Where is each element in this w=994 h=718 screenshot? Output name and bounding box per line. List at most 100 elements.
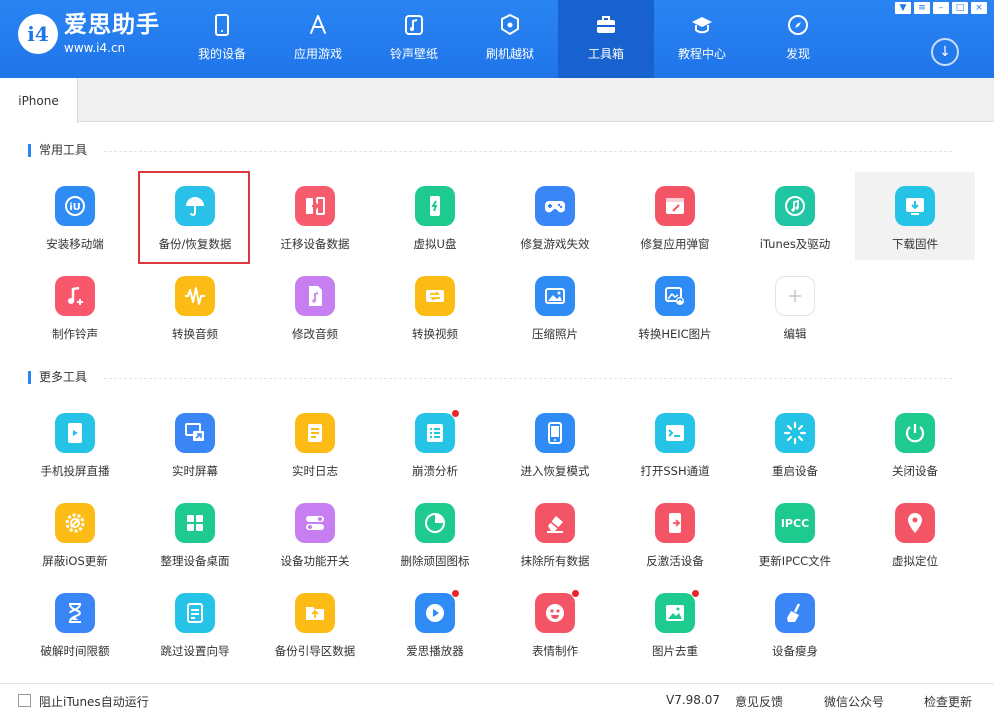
nav-item-4[interactable]: 工具箱 xyxy=(558,0,654,78)
tool-transfer[interactable]: 迁移设备数据 xyxy=(255,172,375,260)
tool-icon-tile xyxy=(295,276,335,316)
app-url: www.i4.cn xyxy=(64,41,126,55)
restart-icon xyxy=(783,421,807,445)
new-badge-dot xyxy=(451,589,460,598)
tool-label: 备份引导区数据 xyxy=(274,644,356,658)
tool-itunes[interactable]: iTunes及驱动 xyxy=(735,172,855,260)
tool-icon-tile xyxy=(535,413,575,453)
wechat-link[interactable]: 微信公众号 xyxy=(824,693,884,710)
transfer-icon xyxy=(306,197,325,215)
section-divider xyxy=(104,151,952,152)
maximize-icon[interactable]: □ xyxy=(952,2,968,14)
download-manager-button[interactable]: ↓ xyxy=(931,38,959,66)
tool-icon-tile xyxy=(535,186,575,226)
ringtone-icon xyxy=(68,286,83,305)
realtime-screen-icon xyxy=(185,423,204,441)
tool-broom[interactable]: 设备瘦身 xyxy=(735,579,855,667)
tool-toggle[interactable]: 设备功能开关 xyxy=(255,489,375,577)
tool-heic-convert[interactable]: 转换HEIC图片 xyxy=(615,262,735,350)
tool-icon-tile xyxy=(895,186,935,226)
tool-label: 修改音频 xyxy=(292,327,338,341)
nav-item-1[interactable]: 应用游戏 xyxy=(270,0,366,78)
nav-item-0[interactable]: 我的设备 xyxy=(174,0,270,78)
nav-item-5[interactable]: 教程中心 xyxy=(654,0,750,78)
gear-icon xyxy=(65,513,85,533)
tool-icon-tile xyxy=(535,593,575,633)
tool-emoji[interactable]: 表情制作 xyxy=(495,579,615,667)
tool-label: 关闭设备 xyxy=(892,464,938,478)
folder-backup-icon xyxy=(306,607,324,620)
tool-label: 屏蔽iOS更新 xyxy=(42,554,108,568)
tool-photo[interactable]: 压缩照片 xyxy=(495,262,615,350)
tool-skip-setup[interactable]: 跳过设置向导 xyxy=(135,579,255,667)
toggle-icon xyxy=(306,516,324,530)
tool-icon-tile xyxy=(295,413,335,453)
tool-icon-tile xyxy=(415,276,455,316)
menu-icon[interactable]: ≡ xyxy=(914,2,930,14)
tool-icon-tile xyxy=(295,503,335,543)
tool-image-dedup[interactable]: 图片去重 xyxy=(615,579,735,667)
tool-ringtone[interactable]: 制作铃声 xyxy=(15,262,135,350)
tool-waveform[interactable]: 转换音频 xyxy=(135,262,255,350)
tool-icon-tile xyxy=(415,593,455,633)
itunes-autorun-label[interactable]: 阻止iTunes自动运行 xyxy=(39,693,149,710)
tab-iphone[interactable]: iPhone xyxy=(0,78,78,123)
tool-folder-backup[interactable]: 备份引导区数据 xyxy=(255,579,375,667)
new-badge-dot xyxy=(691,589,700,598)
tool-usb-drive[interactable]: 虚拟U盘 xyxy=(375,172,495,260)
tool-screen-cast[interactable]: 手机投屏直播 xyxy=(15,399,135,487)
tool-download-firmware[interactable]: 下载固件 xyxy=(855,172,975,260)
tool-gamepad[interactable]: 修复游戏失效 xyxy=(495,172,615,260)
tool-ipcc[interactable]: IPCC 更新IPCC文件 xyxy=(735,489,855,577)
pie-icon xyxy=(425,513,445,533)
tool-terminal[interactable]: 打开SSH通道 xyxy=(615,399,735,487)
tool-hourglass[interactable]: 破解时间限额 xyxy=(15,579,135,667)
close-icon[interactable]: × xyxy=(971,2,987,14)
tool-video-convert[interactable]: 转换视频 xyxy=(375,262,495,350)
tool-label: 迁移设备数据 xyxy=(280,237,350,251)
tool-grid[interactable]: 整理设备桌面 xyxy=(135,489,255,577)
tool-location-pin[interactable]: 虚拟定位 xyxy=(855,489,975,577)
check-update-link[interactable]: 检查更新 xyxy=(924,693,972,710)
tool-icon-tile xyxy=(295,593,335,633)
tool-label: 图片去重 xyxy=(652,644,698,658)
nav-item-6[interactable]: 发现 xyxy=(750,0,846,78)
itunes-autorun-checkbox[interactable] xyxy=(18,694,31,707)
tool-i4-app[interactable]: iU 安装移动端 xyxy=(15,172,135,260)
tool-icon-tile xyxy=(175,593,215,633)
tool-gear[interactable]: 屏蔽iOS更新 xyxy=(15,489,135,577)
tool-icon-tile xyxy=(535,503,575,543)
tool-plus[interactable]: 编辑 xyxy=(735,262,855,350)
tool-icon-tile xyxy=(295,186,335,226)
nav-label: 刷机越狱 xyxy=(485,47,534,61)
tool-icon-tile xyxy=(655,186,695,226)
tool-restart[interactable]: 重启设备 xyxy=(735,399,855,487)
tool-realtime-screen[interactable]: 实时屏幕 xyxy=(135,399,255,487)
tool-icon-tile xyxy=(655,276,695,316)
nav-item-2[interactable]: 铃声壁纸 xyxy=(366,0,462,78)
nav-item-3[interactable]: 刷机越狱 xyxy=(462,0,558,78)
tool-audio-file[interactable]: 修改音频 xyxy=(255,262,375,350)
tool-label: 转换音频 xyxy=(172,327,218,341)
tool-power[interactable]: 关闭设备 xyxy=(855,399,975,487)
music-note-icon xyxy=(405,15,423,35)
tool-recovery-phone[interactable]: 进入恢复模式 xyxy=(495,399,615,487)
image-dedup-icon xyxy=(666,605,684,621)
tool-pie[interactable]: 删除顽固图标 xyxy=(375,489,495,577)
tool-log[interactable]: 实时日志 xyxy=(255,399,375,487)
tool-label: 表情制作 xyxy=(532,644,578,658)
device-tab-strip: iPhone xyxy=(0,78,994,123)
tool-eraser[interactable]: 抹除所有数据 xyxy=(495,489,615,577)
tool-deactivate[interactable]: 反激活设备 xyxy=(615,489,735,577)
feedback-link[interactable]: 意见反馈 xyxy=(735,693,783,710)
tool-crash-report[interactable]: 崩溃分析 xyxy=(375,399,495,487)
box-icon xyxy=(501,13,519,36)
tool-icon-tile xyxy=(895,413,935,453)
tool-icon-tile xyxy=(55,593,95,633)
tool-repair-window[interactable]: 修复应用弹窗 xyxy=(615,172,735,260)
tool-play[interactable]: 爱思播放器 xyxy=(375,579,495,667)
minimize-icon[interactable]: – xyxy=(933,2,949,14)
tool-label: 打开SSH通道 xyxy=(640,464,710,478)
shirt-icon[interactable]: ▼ xyxy=(895,2,911,14)
tool-label: 压缩照片 xyxy=(532,327,578,341)
